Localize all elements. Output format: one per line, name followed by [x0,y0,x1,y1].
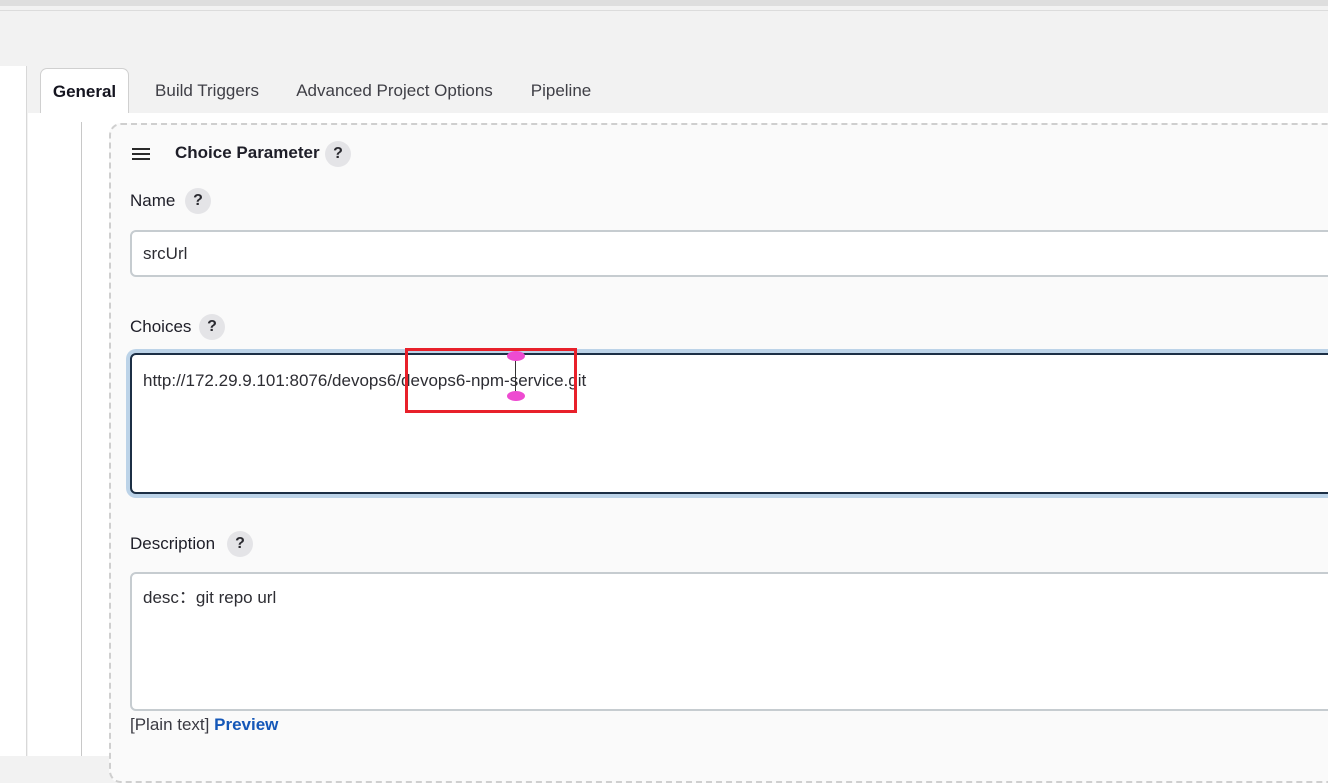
parameter-title: Choice Parameter [175,143,320,162]
selection-handle-bottom[interactable] [507,391,525,401]
tab-build-triggers[interactable]: Build Triggers [141,68,273,114]
tab-advanced-project-options[interactable]: Advanced Project Options [285,68,504,114]
left-rail [0,66,27,756]
help-icon[interactable]: ? [325,141,351,167]
description-format-note: [Plain text] Preview [130,715,278,735]
header-divider [0,10,1328,11]
config-tabs: General Build Triggers Advanced Project … [40,68,1328,115]
help-icon[interactable]: ? [199,314,225,340]
window-top-strip [0,0,1328,6]
description-textarea[interactable]: desc：git repo url [130,572,1328,711]
name-label: Name [130,191,176,210]
choices-label: Choices [130,317,192,336]
help-icon[interactable]: ? [227,531,253,557]
section-indent-line [81,122,82,756]
plain-text-note: [Plain text] [130,715,210,734]
tab-pipeline[interactable]: Pipeline [516,68,606,114]
selection-handle-top[interactable] [507,351,525,361]
preview-link[interactable]: Preview [214,715,278,734]
name-field[interactable]: srcUrl [130,230,1328,277]
hamburger-icon[interactable] [131,146,151,162]
description-label: Description [130,534,216,553]
help-icon[interactable]: ? [185,188,211,214]
choices-textarea[interactable]: http://172.29.9.101:8076/devops6/devops6… [130,353,1328,494]
tab-general[interactable]: General [40,68,129,115]
